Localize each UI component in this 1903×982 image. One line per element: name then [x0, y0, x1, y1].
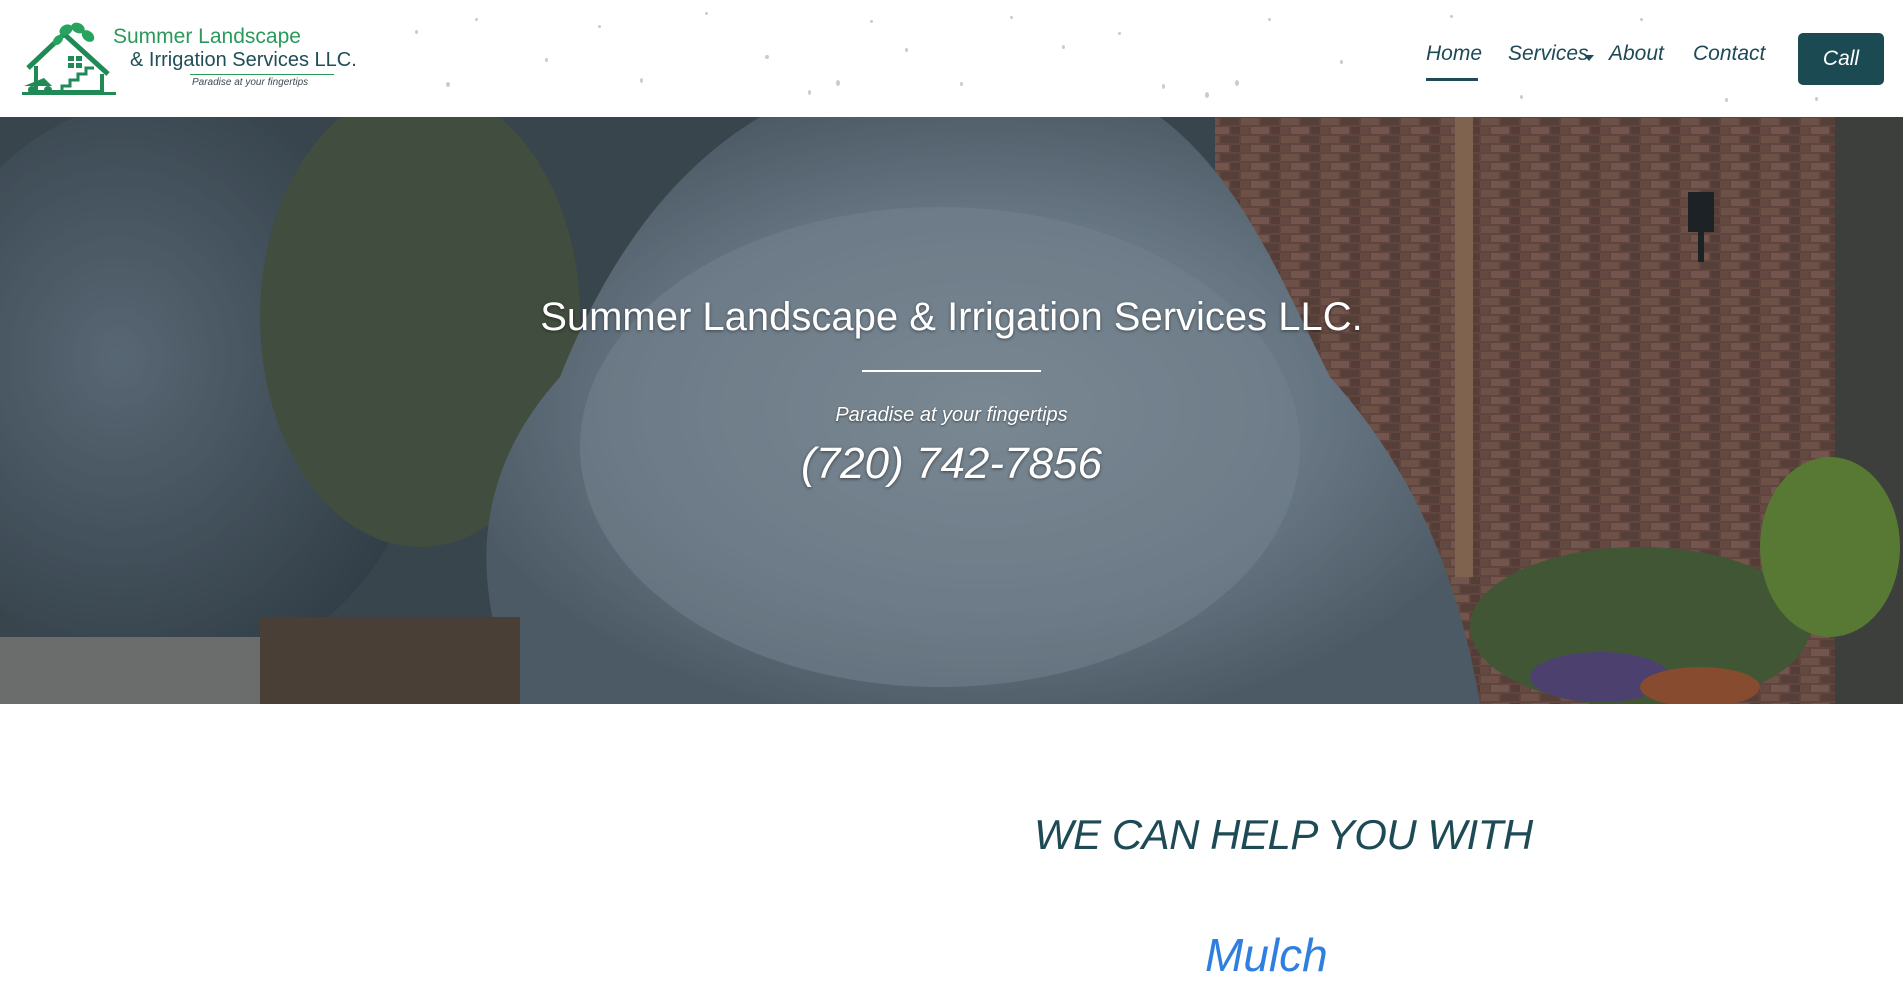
site-logo[interactable]: Summer Landscape & Irrigation Services L…	[22, 22, 357, 97]
nav-about[interactable]: About	[1609, 42, 1664, 66]
header-speckle	[1520, 95, 1523, 99]
nav-home[interactable]: Home	[1426, 42, 1482, 66]
header-speckle	[415, 30, 418, 34]
header-speckle	[1235, 80, 1239, 86]
header-speckle	[870, 20, 873, 23]
header-speckle	[640, 78, 643, 83]
header-speckle	[598, 25, 601, 28]
hero-phone-link[interactable]: (720) 742-7856	[0, 439, 1903, 489]
hero-banner: Summer Landscape & Irrigation Services L…	[0, 117, 1903, 704]
services-heading: WE CAN HELP YOU WITH	[1034, 811, 1533, 858]
nav-active-indicator	[1426, 78, 1478, 81]
header-speckle	[1162, 84, 1165, 89]
header-speckle	[1118, 32, 1121, 35]
header-speckle	[475, 18, 478, 21]
header-speckle	[808, 90, 811, 95]
header-speckle	[1640, 18, 1643, 21]
nav-contact[interactable]: Contact	[1693, 42, 1765, 66]
hero-tagline: Paradise at your fingertips	[835, 404, 1068, 426]
nav-services[interactable]: Services	[1508, 42, 1589, 66]
house-leaf-logo-icon	[22, 22, 116, 95]
logo-divider	[190, 74, 334, 75]
logo-tagline: Paradise at your fingertips	[192, 77, 309, 88]
caret-down-icon[interactable]	[1584, 55, 1594, 61]
header-speckle	[1725, 98, 1728, 102]
header-speckle	[905, 48, 908, 52]
header-speckle	[765, 55, 769, 59]
site-header: Summer Landscape & Irrigation Services L…	[0, 0, 1903, 117]
header-speckle	[1062, 45, 1065, 49]
service-item-mulch[interactable]: Mulch	[1205, 928, 1328, 982]
logo-line2: & Irrigation Services LLC.	[130, 49, 357, 71]
header-speckle	[836, 80, 840, 86]
header-speckle	[705, 12, 708, 15]
header-speckle	[1268, 18, 1271, 21]
logo-line1: Summer Landscape	[113, 25, 301, 48]
call-button[interactable]: Call	[1798, 33, 1884, 85]
hero-divider	[862, 370, 1041, 372]
header-speckle	[960, 82, 963, 86]
header-speckle	[1450, 15, 1453, 18]
header-speckle	[1010, 16, 1013, 19]
header-speckle	[1205, 92, 1209, 98]
header-speckle	[545, 58, 548, 62]
header-speckle	[1340, 60, 1343, 64]
hero-title: Summer Landscape & Irrigation Services L…	[540, 295, 1363, 339]
header-speckle	[1815, 97, 1818, 101]
header-speckle	[446, 82, 450, 87]
